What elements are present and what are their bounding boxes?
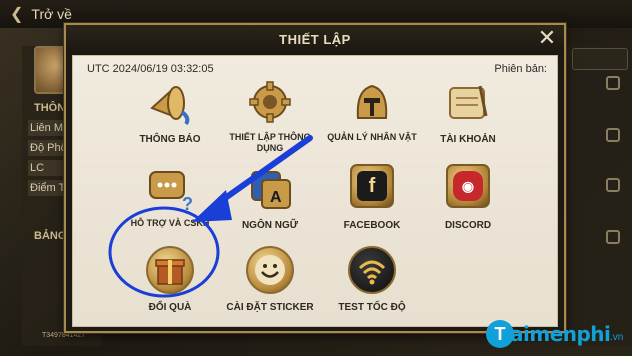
- lock-icon: [606, 230, 620, 244]
- watermark-tld: .vn: [610, 332, 624, 343]
- tile-label: FACEBOOK: [343, 220, 401, 231]
- svg-text:?: ?: [182, 194, 193, 214]
- tile-facebook[interactable]: f FACEBOOK: [327, 164, 417, 244]
- tile-label: DISCORD: [444, 220, 492, 231]
- tile-character-management[interactable]: QUẢN LÝ NHÂN VẬT: [327, 78, 417, 158]
- section-label-info: THÔN: [34, 102, 66, 114]
- gear-icon: [244, 78, 296, 130]
- version-label: Phiên bản:: [494, 63, 547, 75]
- tile-label: TEST TỐC ĐỘ: [338, 302, 406, 313]
- back-label[interactable]: Trở về: [31, 6, 72, 22]
- dialog-title: THIẾT LẬP: [279, 32, 351, 47]
- close-icon[interactable]: ✕: [536, 27, 558, 50]
- right-panel: [566, 46, 632, 346]
- tile-label: THIẾT LẬP THÔNG DỤNG: [229, 132, 311, 153]
- dialog-body: UTC 2024/06/19 03:32:05 Phiên bản: THÔNG…: [72, 55, 558, 327]
- back-arrow-icon[interactable]: ❮: [10, 4, 23, 24]
- tile-label: HỖ TRỢ VÀ CSKH: [130, 218, 210, 228]
- facebook-icon: f: [346, 164, 398, 216]
- tile-label: ĐỔI QUÀ: [148, 302, 192, 313]
- tile-discord[interactable]: ◉ DISCORD: [423, 164, 513, 244]
- watermark-text: aimenphi: [510, 322, 611, 346]
- tile-account[interactable]: TÀI KHOẢN: [423, 78, 513, 158]
- utc-time: UTC 2024/06/19 03:32:05: [87, 63, 214, 75]
- wifi-icon: [346, 246, 398, 298]
- tile-speed-test[interactable]: TEST TỐC ĐỘ: [327, 246, 417, 326]
- settings-dialog: THIẾT LẬP ✕ UTC 2024/06/19 03:32:05 Phiê…: [64, 23, 566, 333]
- lock-icon: [606, 178, 620, 192]
- helmet-icon: [346, 78, 398, 130]
- lock-icon: [606, 76, 620, 90]
- tile-language[interactable]: A NGÔN NGỮ: [225, 164, 315, 244]
- right-row: [572, 48, 628, 70]
- horn-icon: [144, 78, 196, 130]
- section-label-board: BẢNG: [34, 230, 67, 242]
- tile-label: QUẢN LÝ NHÂN VẬT: [327, 132, 417, 142]
- tile-gift-redeem[interactable]: ĐỔI QUÀ: [125, 246, 215, 326]
- tile-notifications[interactable]: THÔNG BÁO: [125, 78, 215, 158]
- tile-label: THÔNG BÁO: [139, 134, 201, 145]
- scroll-icon: [442, 78, 494, 130]
- player-code: T3497841427: [42, 332, 86, 339]
- tile-label: TÀI KHOẢN: [440, 134, 496, 145]
- tile-label: CÀI ĐẶT STICKER: [226, 302, 314, 313]
- watermark: T aimenphi .vn: [486, 318, 632, 356]
- discord-icon: ◉: [442, 164, 494, 216]
- tile-general-settings[interactable]: THIẾT LẬP THÔNG DỤNG: [225, 78, 315, 158]
- smiley-icon: [244, 246, 296, 298]
- lock-icon: [606, 128, 620, 142]
- gift-box-icon: [144, 246, 196, 298]
- tile-sticker-settings[interactable]: CÀI ĐẶT STICKER: [225, 246, 315, 326]
- language-icon: A: [244, 164, 296, 216]
- tile-support[interactable]: ? HỖ TRỢ VÀ CSKH: [125, 164, 215, 244]
- svg-text:A: A: [270, 189, 282, 206]
- chat-help-icon: ?: [144, 164, 196, 216]
- tile-label: NGÔN NGỮ: [241, 220, 299, 231]
- dialog-header: THIẾT LẬP ✕: [66, 25, 564, 55]
